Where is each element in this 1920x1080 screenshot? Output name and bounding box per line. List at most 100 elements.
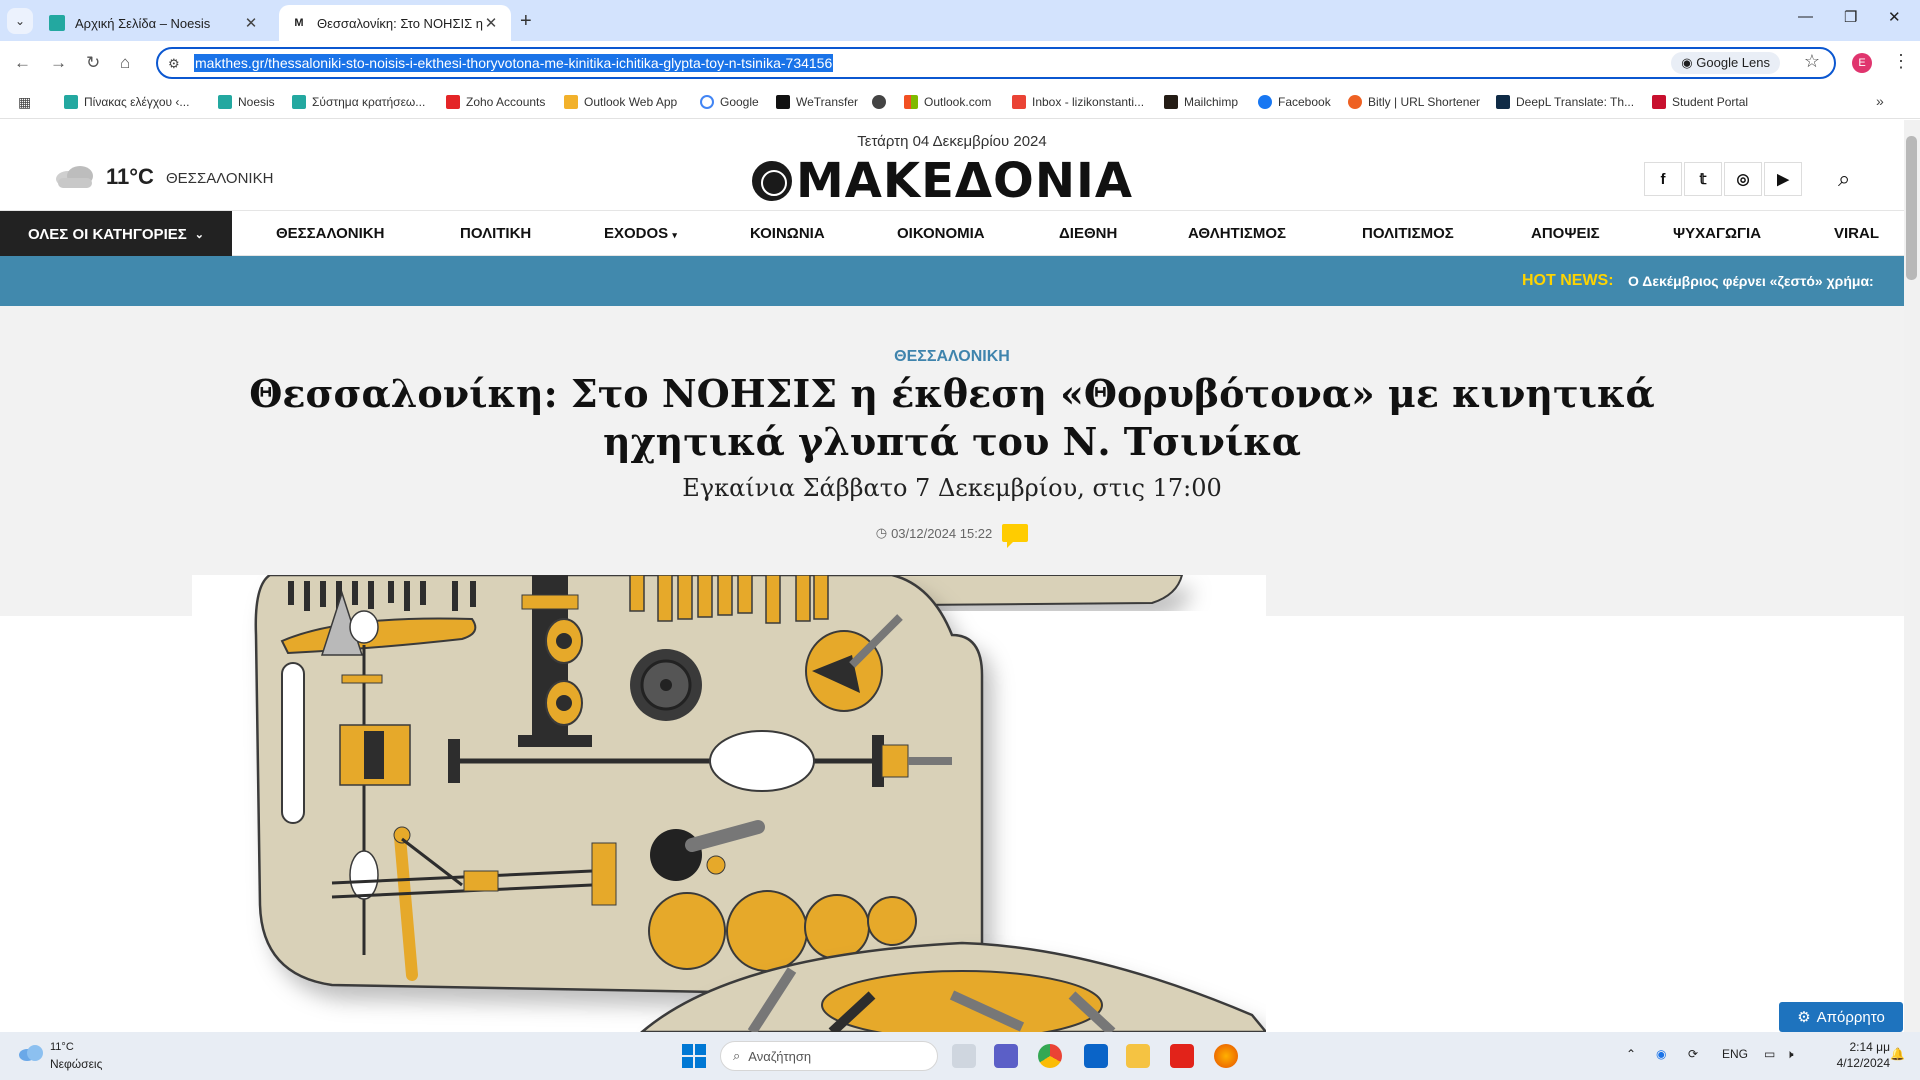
tab-makthes[interactable]: M Θεσσαλονίκη: Στο ΝΟΗΣΙΣ η έκ ✕: [279, 5, 511, 41]
article-datetime: 03/12/2024 15:22: [891, 525, 993, 541]
window-close-icon[interactable]: ✕: [1888, 8, 1901, 26]
nav-item-psychagogia[interactable]: ΨΥΧΑΓΩΓΙΑ: [1673, 211, 1761, 257]
weather-temperature: 11°C: [106, 164, 154, 189]
task-view-icon[interactable]: [952, 1044, 976, 1068]
article-subtitle: Εγκαίνια Σάββατο 7 Δεκεμβρίου, στις 17:0…: [682, 474, 1222, 502]
comment-icon[interactable]: [1002, 524, 1029, 548]
taskbar-clock[interactable]: 2:14 μμ 4/12/2024: [1810, 1039, 1890, 1071]
privacy-settings-button[interactable]: ⚙ Απόρρητο: [1779, 1002, 1903, 1032]
bookmark-item[interactable]: Bitly | URL Shortener: [1348, 85, 1480, 119]
restore-icon[interactable]: ❐: [1844, 8, 1857, 26]
bookmark-item[interactable]: DeepL Translate: Th...: [1496, 85, 1634, 119]
twitter-icon[interactable]: 𝕥: [1684, 162, 1722, 196]
back-icon[interactable]: ←: [14, 53, 31, 73]
scrollbar-thumb[interactable]: [1906, 136, 1917, 280]
close-icon[interactable]: ✕: [243, 14, 259, 32]
chevron-up-icon[interactable]: ⌃: [1626, 1047, 1636, 1061]
chrome-icon[interactable]: [1038, 1044, 1062, 1068]
acrobat-icon[interactable]: [1170, 1044, 1194, 1068]
youtube-icon[interactable]: ▶: [1764, 162, 1802, 196]
url-text[interactable]: makthes.gr/thessaloniki-sto-noisis-i-ekt…: [194, 54, 834, 72]
nav-item-viral[interactable]: VIRAL: [1834, 211, 1879, 257]
notification-bell-icon[interactable]: 🔔: [1890, 1047, 1905, 1061]
bookmark-item[interactable]: Mailchimp: [1164, 85, 1238, 119]
language-indicator[interactable]: ENG: [1722, 1047, 1748, 1061]
reload-icon[interactable]: ↻: [86, 53, 100, 73]
bitly-icon: [1348, 95, 1362, 109]
teams-icon[interactable]: [994, 1044, 1018, 1068]
hot-news-bar: HOT NEWS: Ο Δεκέμβριος φέρνει «ζεστό» χρ…: [0, 256, 1904, 306]
nav-item-thessaloniki[interactable]: ΘΕΣΣΑΛΟΝΙΚΗ: [276, 211, 384, 257]
forward-icon[interactable]: →: [50, 53, 67, 73]
nav-item-apopseis[interactable]: ΑΠΟΨΕΙΣ: [1531, 211, 1600, 257]
nav-item-koinonia[interactable]: ΚΟΙΝΩΝΙΑ: [750, 211, 825, 257]
sculpture-illustration: [254, 575, 1266, 1032]
close-icon[interactable]: ✕: [483, 14, 499, 32]
apps-grid-icon[interactable]: ▦: [18, 94, 31, 111]
instagram-icon[interactable]: ◎: [1724, 162, 1762, 196]
logo-seal-icon: [752, 161, 792, 201]
tray-app-icon[interactable]: ◉: [1656, 1047, 1666, 1061]
nav-item-diethni[interactable]: ΔΙΕΘΝΗ: [1059, 211, 1117, 257]
new-tab-plus-icon[interactable]: +: [520, 10, 532, 33]
bookmark-item[interactable]: Outlook Web App: [564, 85, 677, 119]
nav-item-politismos[interactable]: ΠΟΛΙΤΙΣΜΟΣ: [1362, 211, 1454, 257]
taskbar-search-placeholder: Αναζήτηση: [748, 1048, 812, 1064]
hot-news-label: HOT NEWS:: [1522, 272, 1614, 289]
bookmarks-overflow-icon[interactable]: »: [1876, 93, 1884, 109]
taskbar-search[interactable]: ⌕ Αναζήτηση: [720, 1041, 938, 1071]
file-explorer-icon[interactable]: [1126, 1044, 1150, 1068]
bookmarks-bar: ▦ Πίνακας ελέγχου ‹... Noesis Σύστημα κρ…: [0, 85, 1920, 119]
sync-icon[interactable]: ⟳: [1688, 1047, 1698, 1061]
bookmark-item[interactable]: Google: [700, 85, 759, 119]
search-icon[interactable]: ⌕: [1838, 166, 1850, 192]
noesis-favicon-icon: [292, 95, 306, 109]
bookmark-item[interactable]: WeTransfer: [776, 85, 858, 119]
chrome-menu-icon[interactable]: ⋮: [1892, 51, 1910, 72]
all-categories-button[interactable]: ΟΛΕΣ ΟΙ ΚΑΤΗΓΟΡΙΕΣ ⌄: [0, 211, 232, 257]
nav-item-oikonomia[interactable]: ΟΙΚΟΝΟΜΙΑ: [897, 211, 985, 257]
bookmark-item[interactable]: [872, 85, 892, 119]
home-icon[interactable]: ⌂: [120, 53, 130, 73]
article-header: ΘΕΣΣΑΛΟΝΙΚΗ Θεσσαλονίκη: Στο ΝΟΗΣΙΣ η έκ…: [0, 306, 1904, 616]
google-lens-button[interactable]: ◉ Google Lens: [1671, 52, 1780, 74]
taskbar-temperature[interactable]: 11°C: [50, 1041, 74, 1053]
bookmark-item[interactable]: Πίνακας ελέγχου ‹...: [64, 85, 189, 119]
tab-strip: ⌄ Αρχική Σελίδα – Noesis ✕ M Θεσσαλονίκη…: [0, 0, 1920, 41]
facebook-icon[interactable]: f: [1644, 162, 1682, 196]
search-icon: ⌕: [733, 1048, 741, 1063]
bookmark-star-icon[interactable]: ☆: [1804, 51, 1820, 72]
volume-icon[interactable]: 🕨: [1786, 1047, 1794, 1062]
nav-item-athlitismos[interactable]: ΑΘΛΗΤΙΣΜΟΣ: [1188, 211, 1286, 257]
logo-text: ΜΑΚΕΔΟΝΙΑ: [796, 153, 1134, 209]
article-hero-image: [192, 575, 1266, 1032]
noesis-favicon-icon: [49, 15, 65, 31]
makedonia-favicon-icon: M: [294, 17, 304, 29]
bookmark-item[interactable]: Σύστημα κρατήσεω...: [292, 85, 425, 119]
globe-icon: [872, 95, 886, 109]
windows-start-icon[interactable]: [682, 1044, 706, 1068]
site-info-icon[interactable]: ⚙: [168, 56, 180, 72]
firefox-icon[interactable]: [1214, 1044, 1238, 1068]
bookmark-item[interactable]: Noesis: [218, 85, 275, 119]
tab-noesis[interactable]: Αρχική Σελίδα – Noesis ✕: [37, 5, 271, 41]
site-logo[interactable]: ΜΑΚΕΔΟΝΙΑ: [752, 153, 1134, 209]
bookmark-item[interactable]: Outlook.com: [904, 85, 991, 119]
taskbar-weather-condition[interactable]: Νεφώσεις: [50, 1057, 102, 1071]
nav-item-exodos[interactable]: EXODOS ▾: [604, 211, 677, 257]
hot-news-headline[interactable]: Ο Δεκέμβριος φέρνει «ζεστό» χρήμα:: [1628, 273, 1874, 289]
bookmark-item[interactable]: Student Portal: [1652, 85, 1748, 119]
minimize-icon[interactable]: —: [1798, 8, 1813, 25]
cloud-icon: [56, 166, 93, 188]
google-icon: [700, 95, 714, 109]
profile-avatar[interactable]: E: [1852, 53, 1872, 73]
network-icon[interactable]: ▭: [1764, 1047, 1775, 1061]
bookmark-item[interactable]: Inbox - lizikonstanti...: [1012, 85, 1144, 119]
outlook-icon[interactable]: [1084, 1044, 1108, 1068]
article-category[interactable]: ΘΕΣΣΑΛΟΝΙΚΗ: [0, 348, 1904, 366]
bookmark-item[interactable]: Zoho Accounts: [446, 85, 545, 119]
tab-search-button[interactable]: ⌄: [7, 8, 33, 34]
bookmark-item[interactable]: Facebook: [1258, 85, 1331, 119]
nav-item-politiki[interactable]: ΠΟΛΙΤΙΚΗ: [460, 211, 531, 257]
address-bar[interactable]: ⚙ makthes.gr/thessaloniki-sto-noisis-i-e…: [156, 47, 1836, 79]
